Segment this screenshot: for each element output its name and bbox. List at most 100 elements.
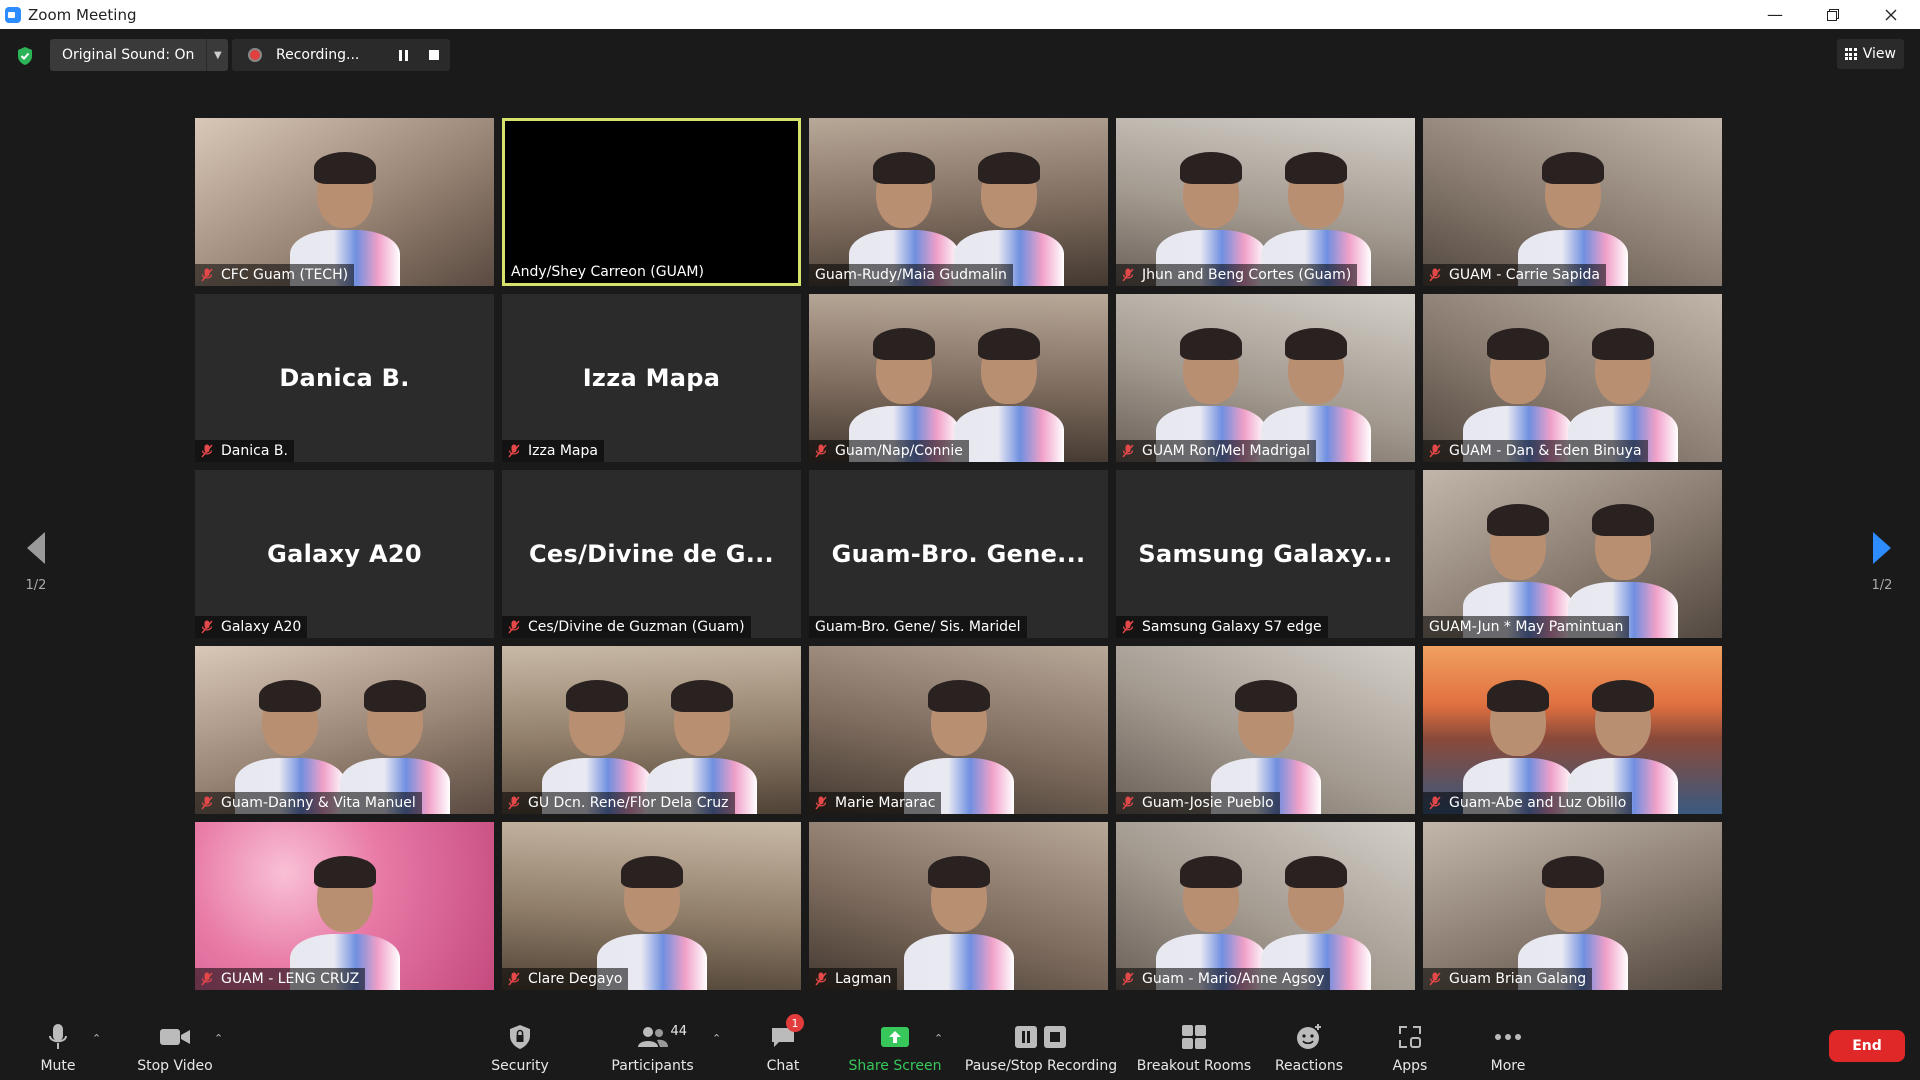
reactions-label: Reactions: [1274, 1058, 1344, 1074]
participant-tile[interactable]: Clare Degayo: [502, 822, 801, 990]
participant-tile[interactable]: CFC Guam (TECH): [195, 118, 494, 286]
security-button[interactable]: Security: [485, 1010, 555, 1080]
next-page-arrow[interactable]: [1862, 528, 1902, 568]
minimize-button[interactable]: —: [1746, 0, 1804, 29]
stop-video-label: Stop Video: [137, 1058, 213, 1074]
participant-tile[interactable]: GUAM - Dan & Eden Binuya: [1423, 294, 1722, 462]
muted-microphone-icon: [1122, 620, 1134, 634]
participant-tile[interactable]: Marie Mararac: [809, 646, 1108, 814]
participants-button[interactable]: 44 Participants: [605, 1010, 700, 1080]
stop-icon: [429, 50, 439, 60]
encryption-shield-icon[interactable]: [16, 46, 34, 66]
pause-recording-button[interactable]: [392, 43, 416, 67]
muted-microphone-icon: [1122, 268, 1134, 282]
participant-tile[interactable]: Guam-Abe and Luz Obillo: [1423, 646, 1722, 814]
participant-name-label: GUAM - Carrie Sapida: [1423, 264, 1606, 286]
stop-video-button[interactable]: Stop Video: [130, 1010, 220, 1080]
muted-microphone-icon: [815, 444, 827, 458]
participants-options-caret-icon[interactable]: ⌃: [712, 1032, 721, 1045]
chat-button[interactable]: 1 Chat: [758, 1010, 808, 1080]
more-button[interactable]: More: [1483, 1010, 1533, 1080]
participant-tile[interactable]: Guam/Nap/Connie: [809, 294, 1108, 462]
participant-tile[interactable]: Izza Mapa Izza Mapa: [502, 294, 801, 462]
breakout-rooms-icon: [1182, 1025, 1206, 1049]
participant-tile[interactable]: Guam-Rudy/Maia Gudmalin: [809, 118, 1108, 286]
muted-microphone-icon: [201, 268, 213, 282]
previous-page-nav[interactable]: 1/2: [16, 528, 56, 593]
participant-tile[interactable]: GU Dcn. Rene/Flor Dela Cruz: [502, 646, 801, 814]
meeting-toolbar: Mute ⌃ Stop Video ⌃ Security 44 Particip…: [0, 1010, 1920, 1080]
participant-hair: [566, 680, 628, 712]
participant-display-name: Galaxy A20: [267, 540, 422, 568]
mute-button[interactable]: Mute: [34, 1010, 82, 1080]
participant-video: [1423, 470, 1722, 638]
view-button[interactable]: View: [1836, 39, 1904, 69]
recording-dot-icon: [248, 48, 262, 62]
window-controls: —: [1746, 0, 1920, 29]
participant-tile[interactable]: Galaxy A20 Galaxy A20: [195, 470, 494, 638]
participant-tile[interactable]: Guam-Danny & Vita Manuel: [195, 646, 494, 814]
participant-tile[interactable]: GUAM - LENG CRUZ: [195, 822, 494, 990]
security-label: Security: [491, 1058, 549, 1074]
participant-tile[interactable]: Danica B. Danica B.: [195, 294, 494, 462]
share-options-caret-icon[interactable]: ⌃: [934, 1032, 943, 1045]
pause-stop-recording-button[interactable]: Pause/Stop Recording: [964, 1010, 1118, 1080]
participant-tile[interactable]: GUAM - Carrie Sapida: [1423, 118, 1722, 286]
participant-video: [809, 646, 1108, 814]
end-meeting-button[interactable]: End: [1829, 1030, 1905, 1062]
share-screen-button[interactable]: Share Screen: [845, 1010, 945, 1080]
participant-name: Guam-Bro. Gene/ Sis. Maridel: [815, 619, 1021, 635]
close-button[interactable]: [1862, 0, 1920, 29]
breakout-rooms-button[interactable]: Breakout Rooms: [1135, 1010, 1253, 1080]
participant-tile[interactable]: Guam-Josie Pueblo: [1116, 646, 1415, 814]
participant-name-label: Samsung Galaxy S7 edge: [1116, 616, 1328, 638]
restore-button[interactable]: [1804, 0, 1862, 29]
participant-name: GUAM - Carrie Sapida: [1449, 267, 1600, 283]
chevron-down-icon[interactable]: ▼: [206, 39, 228, 71]
muted-microphone-icon: [201, 972, 213, 986]
participant-hair: [1592, 680, 1654, 712]
participant-tile[interactable]: Guam Brian Galang: [1423, 822, 1722, 990]
participant-video: [502, 822, 801, 990]
participant-tile[interactable]: Lagman: [809, 822, 1108, 990]
video-camera-icon: [160, 1029, 190, 1045]
participant-tile[interactable]: Andy/Shey Carreon (GUAM): [502, 118, 801, 286]
original-sound-control[interactable]: Original Sound: On ▼: [50, 39, 229, 71]
reactions-smiley-icon: [1297, 1024, 1321, 1049]
previous-page-arrow[interactable]: [16, 528, 56, 568]
next-page-nav[interactable]: 1/2: [1862, 528, 1902, 593]
participant-video: [1116, 822, 1415, 990]
reactions-button[interactable]: Reactions: [1270, 1010, 1348, 1080]
original-sound-label[interactable]: Original Sound: On: [50, 47, 206, 63]
participant-video: [1116, 118, 1415, 286]
participant-tile[interactable]: Jhun and Beng Cortes (Guam): [1116, 118, 1415, 286]
participant-hair: [1180, 152, 1242, 184]
participant-name: Guam-Rudy/Maia Gudmalin: [815, 267, 1007, 283]
grid-view-icon: [1844, 48, 1857, 60]
participant-name-label: Galaxy A20: [195, 616, 308, 638]
participant-name: GU Dcn. Rene/Flor Dela Cruz: [528, 795, 729, 811]
arrow-left-icon: [27, 532, 45, 564]
audio-options-caret-icon[interactable]: ⌃: [92, 1032, 101, 1045]
participant-video: [502, 646, 801, 814]
participant-tile[interactable]: GUAM Ron/Mel Madrigal: [1116, 294, 1415, 462]
participant-shirt: [954, 406, 1064, 462]
participant-name-label: Guam Brian Galang: [1423, 968, 1593, 990]
participant-video: [195, 646, 494, 814]
participant-tile[interactable]: Guam-Bro. Gene... Guam-Bro. Gene/ Sis. Ma…: [809, 470, 1108, 638]
participant-tile[interactable]: GUAM-Jun * May Pamintuan: [1423, 470, 1722, 638]
stop-recording-button[interactable]: [422, 43, 446, 67]
participant-name: Marie Mararac: [835, 795, 936, 811]
video-options-caret-icon[interactable]: ⌃: [214, 1032, 223, 1045]
participant-tile[interactable]: Ces/Divine de G... Ces/Divine de Guzman (…: [502, 470, 801, 638]
participant-hair: [928, 856, 990, 888]
participant-video: [195, 118, 494, 286]
participant-tile[interactable]: Samsung Galaxy... Samsung Galaxy S7 edge: [1116, 470, 1415, 638]
participant-name: Guam Brian Galang: [1449, 971, 1587, 987]
participant-name-label: Jhun and Beng Cortes (Guam): [1116, 264, 1358, 286]
participant-video: [809, 822, 1108, 990]
apps-button[interactable]: Apps: [1385, 1010, 1435, 1080]
participant-video: [195, 822, 494, 990]
participant-tile[interactable]: Guam - Mario/Anne Agsoy: [1116, 822, 1415, 990]
page-indicator-left: 1/2: [25, 578, 47, 593]
